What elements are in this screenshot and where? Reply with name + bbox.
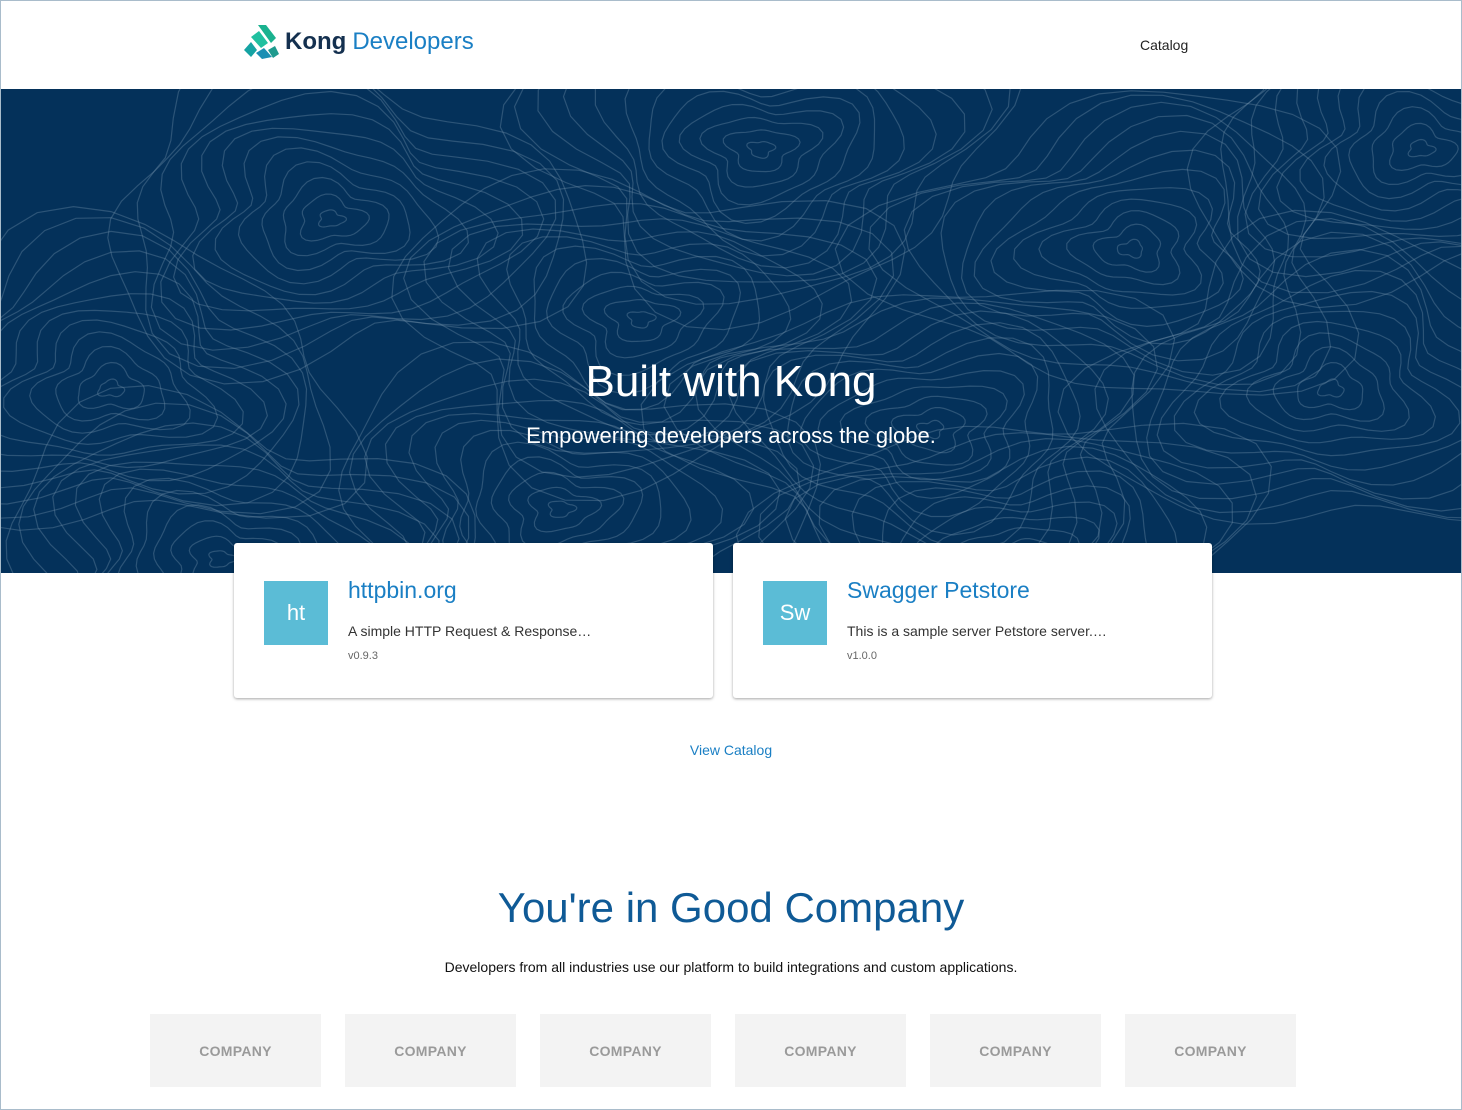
hero-subtitle: Empowering developers across the globe.	[526, 423, 936, 448]
api-title-link[interactable]: Swagger Petstore	[847, 577, 1030, 604]
company-logo-placeholder: COMPANY	[735, 1014, 906, 1087]
api-version: v0.9.3	[348, 650, 378, 662]
company-logo-placeholder: COMPANY	[150, 1014, 321, 1087]
brand-logo[interactable]: Kong Developers	[242, 24, 474, 60]
api-version: v1.0.0	[847, 650, 877, 662]
site-header: Kong Developers Catalog	[1, 1, 1461, 88]
api-card-petstore[interactable]: Sw Swagger Petstore This is a sample ser…	[733, 543, 1212, 698]
nav-catalog-link[interactable]: Catalog	[1140, 37, 1188, 53]
hero-banner: Built with Kong Empowering developers ac…	[1, 89, 1461, 573]
view-catalog-link[interactable]: View Catalog	[690, 742, 772, 758]
topographic-pattern	[1, 89, 1461, 573]
company-logo-placeholder: COMPANY	[930, 1014, 1101, 1087]
api-badge: Sw	[763, 581, 827, 645]
brand-primary: Kong	[285, 28, 347, 55]
api-description: This is a sample server Petstore server.…	[847, 623, 1107, 639]
company-logos: COMPANY COMPANY COMPANY COMPANY COMPANY …	[150, 1014, 1296, 1087]
company-logo-placeholder: COMPANY	[1125, 1014, 1296, 1087]
view-catalog-row: View Catalog	[0, 742, 1462, 758]
good-company-title: You're in Good Company	[497, 884, 965, 931]
company-logo-placeholder: COMPANY	[345, 1014, 516, 1087]
brand-secondary: Developers	[352, 28, 474, 55]
brand-name: Kong Developers	[285, 24, 474, 60]
api-badge: ht	[264, 581, 328, 645]
good-company-subtitle: Developers from all industries use our p…	[444, 959, 1018, 975]
company-logo-placeholder: COMPANY	[540, 1014, 711, 1087]
api-card-httpbin[interactable]: ht httpbin.org A simple HTTP Request & R…	[234, 543, 713, 698]
hero-title: Built with Kong	[585, 357, 877, 406]
api-title-link[interactable]: httpbin.org	[348, 577, 457, 604]
kong-logo-icon	[244, 25, 279, 59]
api-description: A simple HTTP Request & Response…	[348, 623, 592, 639]
